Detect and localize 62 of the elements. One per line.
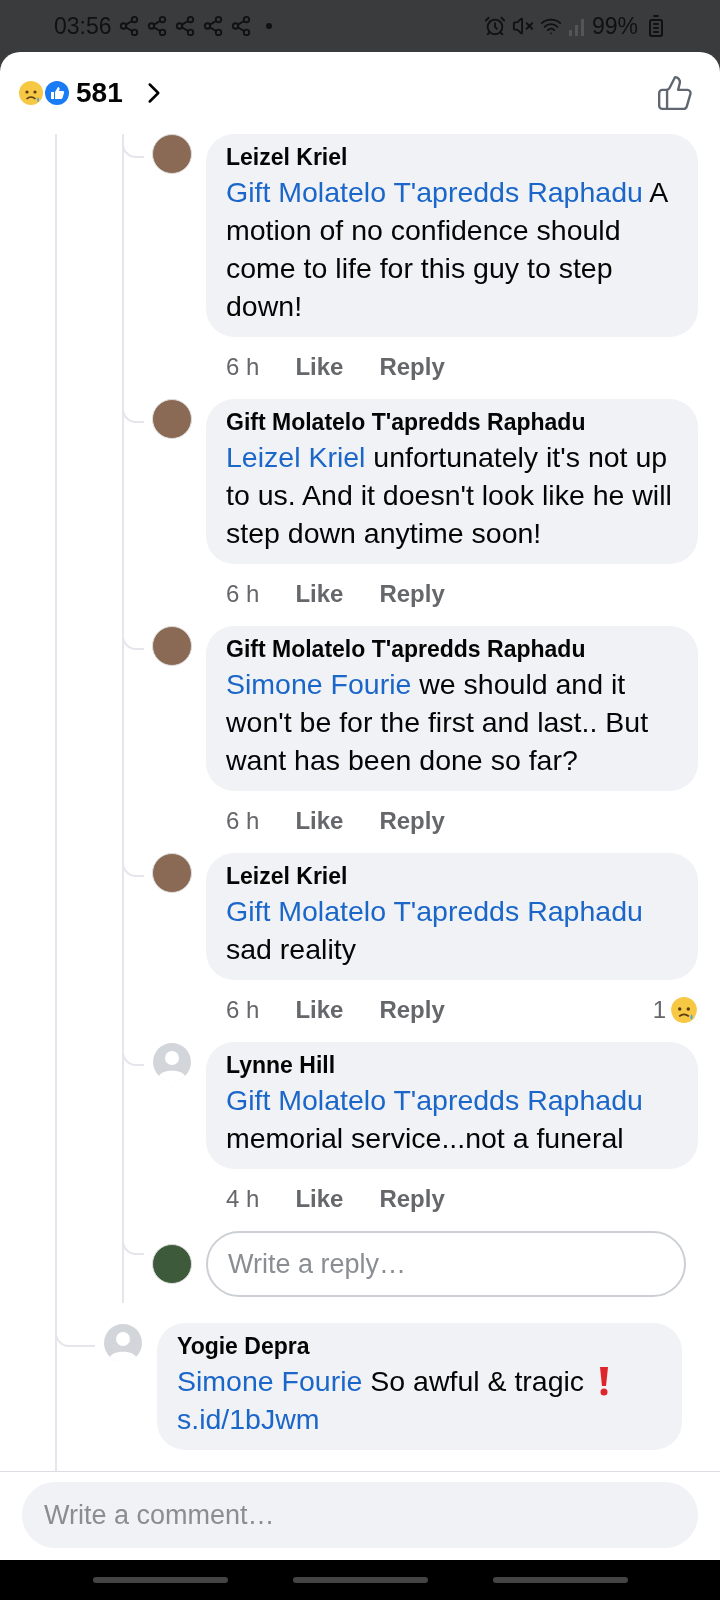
comment-time: 4 h <box>226 1185 260 1213</box>
reply-link[interactable]: Reply <box>379 580 445 608</box>
avatar-photo[interactable] <box>152 626 192 666</box>
reply-input[interactable]: Write a reply… <box>206 1231 686 1297</box>
share-icon <box>201 15 224 37</box>
nav-handle[interactable] <box>92 1577 228 1583</box>
comment-author[interactable]: Gift Molatelo T'apredds Raphadu <box>226 636 678 663</box>
dot-icon <box>265 23 272 29</box>
sad-emoji-icon <box>18 80 44 106</box>
reply-link[interactable]: Reply <box>379 996 445 1024</box>
reaction-count[interactable]: 1 <box>652 996 666 1024</box>
mute-icon <box>511 15 534 37</box>
mention-link[interactable]: Simone Fourie <box>226 668 412 700</box>
comment-time: 6 h <box>226 580 260 608</box>
mention-link[interactable]: Gift Molatelo T'apredds Raphadu <box>226 176 643 208</box>
avatar-photo[interactable] <box>152 853 192 893</box>
like-icon[interactable] <box>656 74 694 112</box>
exclamation-icon <box>598 1366 611 1396</box>
like-link[interactable]: Like <box>295 996 344 1024</box>
share-icon <box>145 15 168 37</box>
like-link[interactable]: Like <box>295 580 344 608</box>
nav-handle[interactable] <box>292 1577 428 1583</box>
signal-icon <box>567 16 586 36</box>
url-link[interactable]: s.id/1bJwm <box>177 1400 320 1438</box>
comment-input[interactable]: Write a comment… <box>22 1482 698 1548</box>
avatar-photo[interactable] <box>152 399 192 439</box>
comment-text: Gift Molatelo T'apredds Raphadu memorial service...not a funeral <box>226 1084 643 1154</box>
like-link[interactable]: Like <box>295 807 344 835</box>
comment-text: Leizel Kriel unfortunately it's not up to us. And it doesn't look like he will step down anytime soon! <box>226 441 672 549</box>
default-avatar-icon <box>103 1323 143 1363</box>
like-link[interactable]: Like <box>295 1185 344 1213</box>
reply-link[interactable]: Reply <box>379 807 445 835</box>
sad-emoji-icon <box>670 996 698 1024</box>
avatar-photo[interactable] <box>152 1244 192 1284</box>
avatar-photo[interactable] <box>152 134 192 174</box>
share-icon <box>173 15 196 37</box>
default-avatar-icon <box>152 1042 192 1082</box>
share-icon <box>117 15 140 37</box>
mention-link[interactable]: Gift Molatelo T'apredds Raphadu <box>226 1084 643 1116</box>
comment-text: Gift Molatelo T'apredds Raphadu sad reality <box>226 895 643 965</box>
nav-handle[interactable] <box>492 1577 628 1583</box>
comment-author[interactable]: Lynne Hill <box>226 1052 678 1079</box>
reaction-count[interactable]: 581 <box>76 77 123 109</box>
mention-link[interactable]: Leizel Kriel <box>226 441 366 473</box>
reply-link[interactable]: Reply <box>379 1185 445 1213</box>
like-reaction-icon <box>44 80 70 106</box>
like-link[interactable]: Like <box>295 353 344 381</box>
share-icon <box>229 15 252 37</box>
comment-text: Simone Fourie So awful & tragic <box>177 1364 585 1399</box>
comment-text: Gift Molatelo T'apredds Raphadu A motion of no confidence should come to life for this guy to step down! <box>226 176 667 322</box>
comment-author[interactable]: Yogie Depra <box>177 1333 662 1360</box>
comment-time: 6 h <box>226 353 260 381</box>
alarm-icon <box>483 15 506 37</box>
comment-time: 6 h <box>226 807 260 835</box>
comment-text: Simone Fourie we should and it won't be for the first and last.. But want has been done so far? <box>226 668 649 776</box>
comment-author[interactable]: Gift Molatelo T'apredds Raphadu <box>226 409 678 436</box>
comment-author[interactable]: Leizel Kriel <box>226 863 678 890</box>
comment-author[interactable]: Leizel Kriel <box>226 144 678 171</box>
comment-time: 6 h <box>226 996 260 1024</box>
mention-link[interactable]: Gift Molatelo T'apredds Raphadu <box>226 895 643 927</box>
reply-link[interactable]: Reply <box>379 353 445 381</box>
mention-link[interactable]: Simone Fourie <box>177 1365 363 1397</box>
